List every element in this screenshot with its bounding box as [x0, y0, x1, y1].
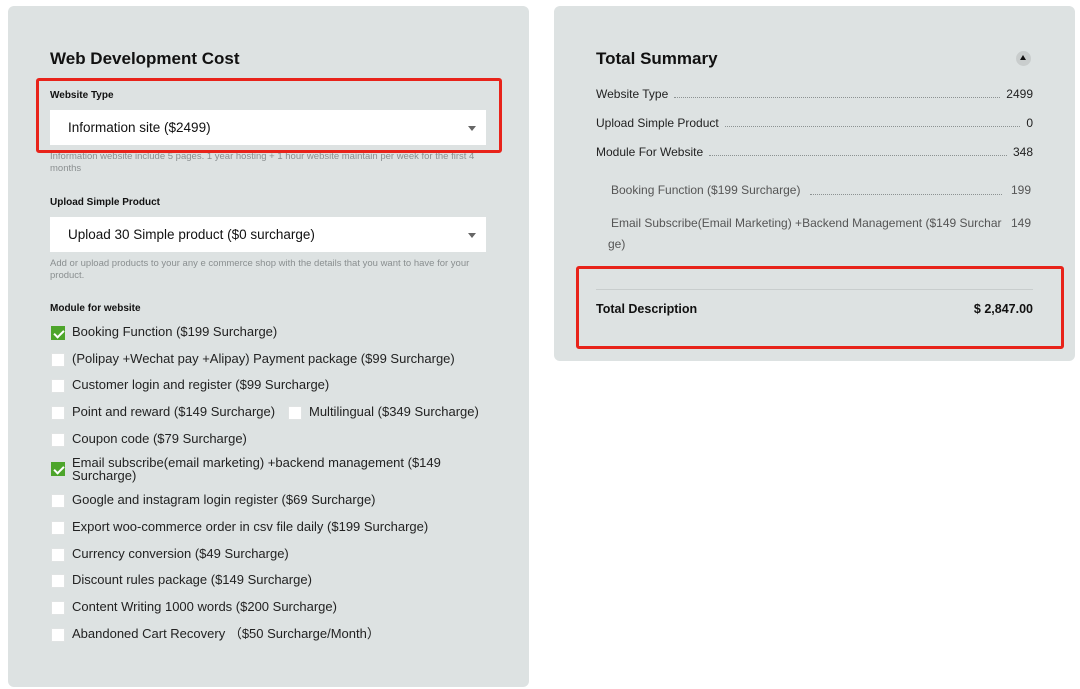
website-type-help: Information website include 5 pages. 1 y…	[50, 151, 475, 174]
summary-subrow-booking-value: 199	[1011, 183, 1032, 197]
module-option-label: Google and instagram login register ($69…	[72, 492, 376, 507]
module-option-discount-rules[interactable]: Discount rules package ($149 Surcharge)	[51, 573, 312, 588]
web-development-cost-panel: Web Development Cost Website Type Inform…	[8, 6, 529, 687]
upload-product-label: Upload Simple Product	[50, 197, 161, 208]
module-option-label: Multilingual ($349 Surcharge)	[309, 404, 479, 419]
checkbox[interactable]	[51, 494, 65, 508]
summary-divider	[596, 289, 1033, 290]
checkbox[interactable]	[51, 601, 65, 615]
module-option-label: Discount rules package ($149 Surcharge)	[72, 572, 312, 587]
chevron-down-icon	[468, 126, 476, 131]
checkbox[interactable]	[51, 628, 65, 642]
chevron-down-icon	[468, 233, 476, 238]
dotted-leader	[674, 97, 1001, 98]
collapse-toggle-icon[interactable]	[1016, 51, 1031, 66]
checkbox[interactable]	[51, 353, 65, 367]
dotted-leader	[810, 194, 1002, 195]
dotted-leader	[724, 126, 1021, 127]
module-option-content-writing[interactable]: Content Writing 1000 words ($200 Surchar…	[51, 600, 337, 615]
summary-title: Total Summary	[596, 49, 718, 68]
module-option-label: Export woo-commerce order in csv file da…	[72, 519, 429, 534]
checkbox[interactable]	[51, 433, 65, 447]
total-label: Total Description	[596, 302, 698, 316]
module-option-multilingual[interactable]: Multilingual ($349 Surcharge)	[288, 405, 479, 420]
summary-row-label: Module For Website	[596, 145, 704, 159]
upload-product-value: Upload 30 Simple product ($0 surcharge)	[68, 227, 315, 242]
module-option-point-reward[interactable]: Point and reward ($149 Surcharge)	[51, 405, 275, 420]
summary-subrow-email-label-wrap: ge)	[608, 237, 626, 251]
module-option-customer-login[interactable]: Customer login and register ($99 Surchar…	[51, 378, 329, 393]
website-type-select[interactable]: Information site ($2499)	[50, 110, 486, 145]
checkbox[interactable]	[51, 521, 65, 535]
summary-row-value: 0	[1026, 116, 1033, 130]
checkbox[interactable]	[51, 406, 65, 420]
website-type-value: Information site ($2499)	[68, 120, 211, 135]
module-option-export-csv[interactable]: Export woo-commerce order in csv file da…	[51, 520, 428, 535]
module-option-abandoned-cart[interactable]: Abandoned Cart Recovery （$50 Surcharge/M…	[51, 627, 380, 642]
panel-title: Web Development Cost	[50, 49, 240, 68]
module-option-email-subscribe[interactable]: Email subscribe(email marketing) +backen…	[51, 456, 471, 482]
checkbox[interactable]	[51, 462, 65, 476]
module-option-google-login[interactable]: Google and instagram login register ($69…	[51, 493, 376, 508]
module-option-label: Customer login and register ($99 Surchar…	[72, 377, 330, 392]
total-value: $ 2,847.00	[973, 302, 1033, 316]
checkbox[interactable]	[51, 326, 65, 340]
checkbox[interactable]	[51, 379, 65, 393]
summary-subrow-booking-label: Booking Function ($199 Surcharge)	[611, 183, 801, 197]
module-option-currency[interactable]: Currency conversion ($49 Surcharge)	[51, 547, 289, 562]
summary-row-label: Upload Simple Product	[596, 116, 719, 130]
summary-row-module: Module For Website 348	[596, 145, 1033, 159]
checkbox[interactable]	[288, 406, 302, 420]
module-option-label: Content Writing 1000 words ($200 Surchar…	[72, 599, 337, 614]
module-option-coupon[interactable]: Coupon code ($79 Surcharge)	[51, 432, 247, 447]
summary-row-value: 2499	[1006, 87, 1033, 101]
summary-row-upload: Upload Simple Product 0	[596, 116, 1033, 130]
module-option-label: Abandoned Cart Recovery （$50 Surcharge/M…	[72, 626, 380, 641]
module-option-label: Point and reward ($149 Surcharge)	[72, 404, 276, 419]
upload-product-select[interactable]: Upload 30 Simple product ($0 surcharge)	[50, 217, 486, 252]
summary-row-label: Website Type	[596, 87, 669, 101]
module-option-label: Booking Function ($199 Surcharge)	[72, 324, 278, 339]
module-option-payment-package[interactable]: (Polipay +Wechat pay +Alipay) Payment pa…	[51, 352, 455, 367]
summary-row-website-type: Website Type 2499	[596, 87, 1033, 101]
summary-subrow-email-value: 149	[1011, 216, 1032, 230]
module-option-label: Coupon code ($79 Surcharge)	[72, 431, 247, 446]
upload-product-help: Add or upload products to your any e com…	[50, 258, 470, 281]
checkbox[interactable]	[51, 548, 65, 562]
module-option-label: (Polipay +Wechat pay +Alipay) Payment pa…	[72, 351, 455, 366]
checkbox[interactable]	[51, 574, 65, 588]
website-type-label: Website Type	[50, 90, 114, 101]
module-option-label: Email subscribe(email marketing) +backen…	[72, 455, 441, 483]
module-label: Module for website	[50, 303, 141, 314]
summary-row-value: 348	[1012, 145, 1033, 159]
module-option-label: Currency conversion ($49 Surcharge)	[72, 546, 289, 561]
dotted-leader	[709, 155, 1007, 156]
module-option-booking[interactable]: Booking Function ($199 Surcharge)	[51, 325, 277, 340]
summary-subrow-email-label: Email Subscribe(Email Marketing) +Backen…	[611, 216, 1002, 230]
total-summary-panel: Total Summary Website Type 2499 Upload S…	[554, 6, 1075, 361]
